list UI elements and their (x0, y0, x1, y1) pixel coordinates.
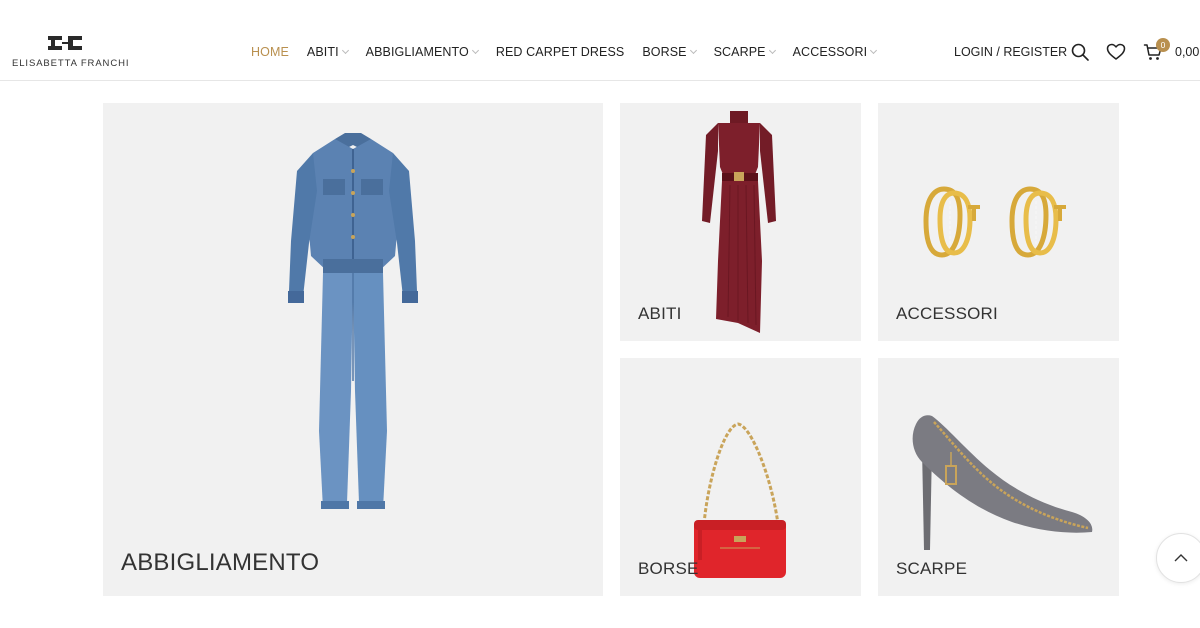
nav-item-home[interactable]: HOME (251, 45, 289, 59)
nav-item-abbigliamento[interactable]: ABBIGLIAMENTO (365, 45, 479, 59)
category-tile-borse[interactable]: BORSE (620, 358, 861, 596)
ef-monogram-icon (48, 36, 82, 50)
cart-total[interactable]: 0,00 (1175, 45, 1199, 59)
gold-earrings-image (923, 186, 1066, 258)
category-tile-scarpe[interactable]: SCARPE (878, 358, 1119, 596)
grey-suede-pump-image (912, 415, 1093, 550)
chevron-down-icon (768, 46, 776, 55)
category-label: ACCESSORI (896, 304, 998, 323)
nav-item-label: SCARPE (713, 45, 766, 59)
red-shoulder-bag-image (694, 422, 786, 578)
nav-item-label: ABBIGLIAMENTO (365, 45, 469, 59)
category-label: SCARPE (896, 559, 968, 578)
nav-item-label: RED CARPET DRESS (495, 45, 625, 59)
category-tile-abbigliamento[interactable]: ABBIGLIAMENTO (103, 103, 603, 596)
login-register-link[interactable]: LOGIN / REGISTER (954, 45, 1067, 59)
category-label: ABBIGLIAMENTO (121, 549, 320, 576)
nav-item-accessori[interactable]: ACCESSORI (792, 45, 878, 59)
chevron-down-icon (471, 46, 479, 55)
nav-item-scarpe[interactable]: SCARPE (713, 45, 776, 59)
main-navigation: HOME ABITI ABBIGLIAMENTO RED CARPET DRES… (251, 44, 894, 60)
category-label: ABITI (638, 304, 682, 323)
site-header: ELISABETTA FRANCHI HOME ABITI ABBIGLIAME… (0, 0, 1200, 81)
brand-logo[interactable]: ELISABETTA FRANCHI (12, 34, 128, 70)
nav-item-borse[interactable]: BORSE (642, 45, 697, 59)
cart-count-badge: 0 (1156, 38, 1170, 52)
nav-item-label: HOME (251, 45, 289, 59)
search-icon[interactable] (1070, 42, 1090, 62)
brand-name: ELISABETTA FRANCHI (12, 58, 130, 69)
category-tile-abiti[interactable]: ABITI (620, 103, 861, 341)
nav-item-label: ACCESSORI (792, 45, 868, 59)
burgundy-knit-dress-image (702, 111, 776, 333)
chevron-down-icon (870, 46, 878, 55)
chevron-down-icon (689, 46, 697, 55)
category-label: BORSE (638, 559, 699, 578)
chevron-down-icon (341, 46, 349, 55)
scroll-to-top-button[interactable] (1156, 533, 1200, 583)
nav-item-red-carpet-dress[interactable]: RED CARPET DRESS (496, 45, 624, 59)
nav-item-label: ABITI (306, 45, 339, 59)
nav-item-abiti[interactable]: ABITI (306, 45, 349, 59)
chevron-up-icon (1174, 554, 1188, 562)
nav-item-label: BORSE (642, 45, 687, 59)
category-tile-accessori[interactable]: ACCESSORI (878, 103, 1119, 341)
heart-icon[interactable] (1106, 42, 1126, 62)
denim-jumpsuit-image (288, 133, 418, 509)
